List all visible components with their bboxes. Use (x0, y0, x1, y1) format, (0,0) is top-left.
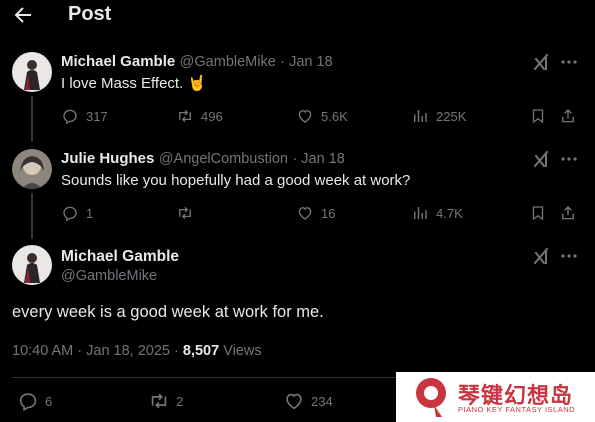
share-button[interactable] (559, 106, 584, 126)
heart-icon (298, 207, 312, 220)
like-count: 16 (321, 205, 336, 221)
like-count: 234 (311, 393, 333, 409)
thread-line (31, 96, 33, 142)
watermark-logo (412, 375, 452, 419)
bookmark-button[interactable] (529, 203, 554, 223)
more-icon (561, 157, 577, 161)
arrow-left-icon (14, 7, 31, 23)
bar-chart-icon (414, 207, 427, 219)
heart-icon (298, 110, 312, 123)
repost-button[interactable] (176, 203, 201, 223)
grok-icon (533, 150, 549, 168)
grok-button[interactable] (532, 150, 550, 168)
author-name[interactable]: Michael Gamble (61, 248, 179, 266)
bar-chart-icon (414, 110, 427, 122)
share-icon (562, 206, 574, 220)
repost-button[interactable]: 2 (148, 391, 183, 411)
views-label: Views (219, 343, 262, 359)
emoji: 🤘 (187, 75, 207, 92)
views-button[interactable]: 4.7K (411, 203, 463, 223)
page-title: Post (68, 3, 112, 25)
avatar[interactable] (12, 149, 52, 189)
author-name[interactable]: Julie Hughes (61, 150, 154, 167)
share-button[interactable] (559, 203, 584, 223)
repost-count: 2 (176, 393, 184, 409)
more-icon (561, 60, 577, 64)
like-button[interactable]: 16 (296, 203, 335, 223)
speech-bubble-icon (63, 206, 77, 222)
reply-count: 1 (86, 205, 94, 221)
timestamp-text: 10:40 AM · Jan 18, 2025 · (12, 343, 183, 359)
share-icon (562, 109, 574, 123)
more-icon (561, 254, 577, 258)
post-date[interactable]: · Jan 18 (292, 151, 344, 167)
watermark-subtitle: PIANO KEY FANTASY ISLAND (458, 405, 576, 414)
reply-button[interactable]: 1 (61, 203, 93, 223)
repost-arrows-icon (151, 393, 167, 409)
view-count: 225K (436, 108, 467, 124)
view-count: 8,507 (182, 343, 220, 359)
like-button[interactable]: 5.6K (296, 106, 348, 126)
post-text: Sounds like you hopefully had a good wee… (61, 172, 411, 189)
reply-count: 317 (86, 108, 108, 124)
post-text: every week is a good week at work for me… (12, 303, 324, 321)
speech-bubble-icon (19, 393, 37, 412)
view-count: 4.7K (436, 205, 463, 221)
heart-icon (286, 393, 302, 410)
more-button[interactable] (560, 53, 578, 71)
author-handle[interactable]: @GambleMike (61, 268, 157, 284)
avatar[interactable] (12, 245, 52, 285)
author-name[interactable]: Michael Gamble (61, 53, 175, 70)
thread-line (31, 193, 33, 239)
grok-button[interactable] (532, 53, 550, 71)
like-count: 5.6K (321, 108, 348, 124)
like-button[interactable]: 234 (283, 391, 333, 411)
repost-count: 496 (201, 108, 223, 124)
post-timestamp[interactable]: 10:40 AM · Jan 18, 2025 · 8,507 Views (12, 343, 262, 359)
grok-button[interactable] (532, 247, 550, 265)
more-button[interactable] (560, 150, 578, 168)
repost-arrows-icon (179, 206, 191, 220)
bookmark-icon (532, 109, 544, 124)
back-button[interactable] (10, 3, 36, 27)
more-button[interactable] (560, 247, 578, 265)
post-date[interactable]: · Jan 18 (280, 54, 332, 70)
speech-bubble-icon (63, 109, 77, 125)
repost-button[interactable]: 496 (176, 106, 223, 126)
reply-button[interactable]: 6 (17, 391, 53, 412)
grok-icon (533, 53, 549, 71)
grok-icon (533, 247, 549, 265)
repost-arrows-icon (179, 109, 191, 123)
post-text: I love Mass Effect. (61, 75, 184, 92)
views-button[interactable]: 225K (411, 106, 466, 126)
bookmark-icon (532, 206, 544, 221)
author-handle[interactable]: @AngelCombustion (159, 151, 288, 167)
author-handle[interactable]: @GambleMike (180, 54, 276, 70)
reply-button[interactable]: 317 (61, 106, 108, 126)
avatar[interactable] (12, 52, 52, 92)
bookmark-button[interactable] (529, 106, 554, 126)
reply-count: 6 (45, 393, 53, 409)
